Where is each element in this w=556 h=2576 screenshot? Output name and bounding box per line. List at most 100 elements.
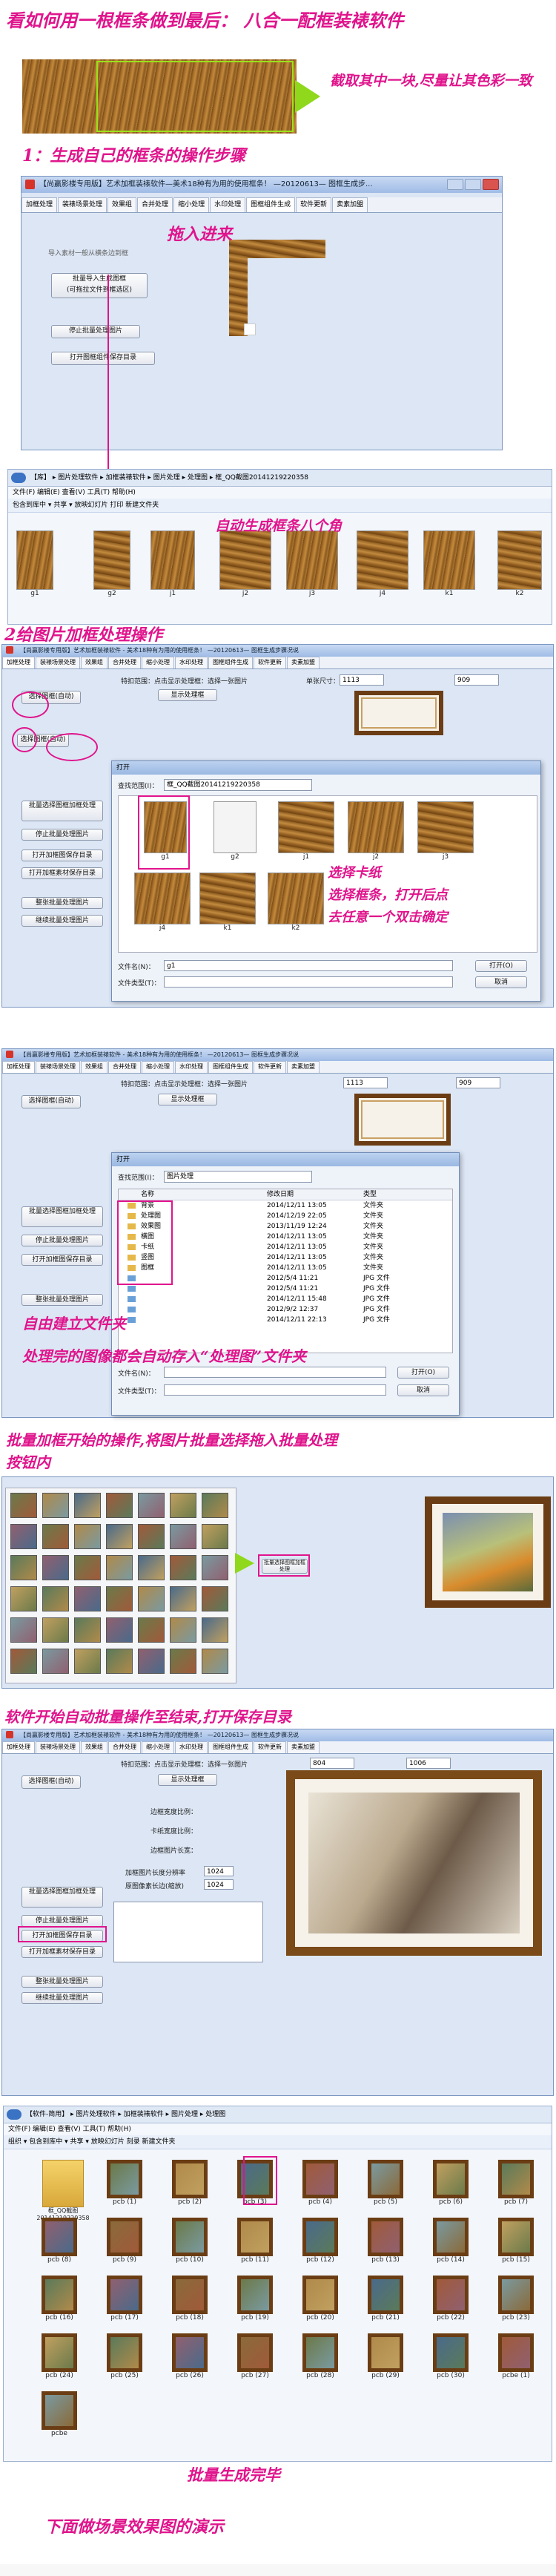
file-item[interactable]: pcb (26): [164, 2333, 216, 2379]
image-thumbnail[interactable]: [138, 1586, 165, 1611]
image-thumbnail[interactable]: [10, 1555, 37, 1580]
width-input[interactable]: 1113: [340, 674, 384, 686]
open-frame-dir-button[interactable]: 打开加框素材保存目录: [21, 1946, 103, 1958]
batch-process-button[interactable]: 整张批量处理图片: [21, 897, 103, 909]
tab-update[interactable]: 软件更新: [296, 197, 332, 212]
file-item[interactable]: pcbe: [33, 2391, 85, 2437]
file-item[interactable]: pcb (7): [490, 2160, 542, 2206]
file-item[interactable]: k1: [423, 530, 475, 597]
file-item[interactable]: j1: [278, 801, 334, 861]
tab-effects[interactable]: 效果组: [81, 1741, 107, 1753]
image-thumbnail[interactable]: [106, 1617, 133, 1643]
file-item[interactable]: pcb (6): [425, 2160, 477, 2206]
file-item[interactable]: pcb (19): [229, 2276, 281, 2322]
tab-shrink[interactable]: 缩小处理: [142, 1061, 174, 1073]
width-input[interactable]: 804: [310, 1758, 354, 1769]
image-thumbnail[interactable]: [170, 1493, 196, 1518]
tab-watermark[interactable]: 水印处理: [175, 657, 208, 668]
filetype-select[interactable]: [164, 976, 453, 988]
show-handle-button[interactable]: 显示处理框: [158, 1774, 217, 1786]
file-item[interactable]: pcb (9): [99, 2218, 150, 2264]
quality-input[interactable]: 1024: [204, 1866, 234, 1876]
tab-join[interactable]: 卖素加盟: [287, 1061, 320, 1073]
file-item[interactable]: j3: [417, 801, 474, 861]
image-thumbnail[interactable]: [10, 1649, 37, 1674]
image-thumbnail[interactable]: [170, 1649, 196, 1674]
image-thumbnail[interactable]: [106, 1524, 133, 1549]
file-item[interactable]: pcb (13): [360, 2218, 411, 2264]
image-thumbnail[interactable]: [138, 1524, 165, 1549]
open-button[interactable]: 打开(O): [397, 1367, 449, 1379]
tab-merge[interactable]: 合并处理: [108, 657, 141, 668]
tab-merge[interactable]: 合并处理: [108, 1061, 141, 1073]
tab-frame-gen[interactable]: 图框组件生成: [208, 1061, 253, 1073]
lookin-select[interactable]: 框_QQ截图20141219220358: [164, 779, 312, 791]
tab-scene[interactable]: 装裱场景处理: [36, 1061, 80, 1073]
menu-bar[interactable]: 文件(F) 编辑(E) 查看(V) 工具(T) 帮助(H): [8, 487, 552, 499]
stop-batch-button[interactable]: 停止批量处理图片: [21, 1915, 103, 1927]
image-thumbnail[interactable]: [202, 1649, 228, 1674]
file-item[interactable]: j3: [286, 530, 338, 597]
image-thumbnail[interactable]: [202, 1555, 228, 1580]
file-item[interactable]: pcb (25): [99, 2333, 150, 2379]
batch-frame-button[interactable]: 批量选择图框加框处理: [262, 1559, 308, 1574]
file-item[interactable]: pcb (5): [360, 2160, 411, 2206]
image-thumbnail[interactable]: [202, 1586, 228, 1611]
file-item[interactable]: pcb (1): [99, 2160, 150, 2206]
file-item[interactable]: pcb (14): [425, 2218, 477, 2264]
tab-shrink[interactable]: 缩小处理: [142, 657, 174, 668]
file-item[interactable]: pcb (22): [425, 2276, 477, 2322]
file-item[interactable]: j2: [219, 530, 271, 597]
file-item[interactable]: j2: [348, 801, 404, 861]
tab-update[interactable]: 软件更新: [254, 1061, 286, 1073]
minimize-button[interactable]: [447, 179, 463, 190]
scale-input[interactable]: 1024: [204, 1879, 234, 1890]
tab-join[interactable]: 卖素加盟: [287, 657, 320, 668]
height-input[interactable]: 909: [456, 1077, 500, 1088]
maximize-button[interactable]: [465, 179, 481, 190]
file-item[interactable]: k2: [497, 530, 542, 597]
image-thumbnail[interactable]: [138, 1493, 165, 1518]
tab-scene[interactable]: 装裱场景处理: [36, 657, 80, 668]
file-item[interactable]: g1: [13, 530, 57, 597]
image-thumbnail[interactable]: [202, 1524, 228, 1549]
width-input[interactable]: 1113: [343, 1077, 388, 1088]
filename-input[interactable]: g1: [164, 960, 453, 971]
image-thumbnail[interactable]: [106, 1649, 133, 1674]
batch-frame-button[interactable]: 批量选择图框加框处理: [21, 801, 103, 821]
file-item[interactable]: pcb (24): [33, 2333, 85, 2379]
image-thumbnail[interactable]: [138, 1617, 165, 1643]
image-thumbnail[interactable]: [138, 1649, 165, 1674]
tab-shrink[interactable]: 缩小处理: [173, 197, 210, 212]
tab-watermark[interactable]: 水印处理: [175, 1061, 208, 1073]
image-thumbnail[interactable]: [74, 1649, 101, 1674]
file-item[interactable]: j4: [357, 530, 408, 597]
toolbar[interactable]: 组织 ▾ 包含到库中 ▾ 共享 ▾ 放映幻灯片 刻录 新建文件夹: [4, 2135, 552, 2149]
image-thumbnail[interactable]: [138, 1555, 165, 1580]
tab-frame[interactable]: 加框处理: [2, 1061, 35, 1073]
tab-frame[interactable]: 加框处理: [21, 197, 58, 212]
tab-frame-gen[interactable]: 图框组件生成: [208, 1741, 253, 1753]
file-item[interactable]: pcb (11): [229, 2218, 281, 2264]
folder-item[interactable]: 框_QQ截图 20141219220358: [33, 2160, 93, 2222]
continue-batch-button[interactable]: 继续批量处理图片: [21, 915, 103, 927]
image-thumbnail[interactable]: [10, 1617, 37, 1643]
image-thumbnail[interactable]: [42, 1493, 69, 1518]
file-item[interactable]: pcb (20): [294, 2276, 346, 2322]
address-bar[interactable]: 【软件-简用】 ▸ 图片处理软件 ▸ 加框装裱软件 ▸ 图片处理 ▸ 处理图: [4, 2106, 552, 2123]
file-item[interactable]: pcb (4): [294, 2160, 346, 2206]
image-thumbnail[interactable]: [170, 1524, 196, 1549]
height-input[interactable]: 1006: [406, 1758, 451, 1769]
image-thumbnail[interactable]: [74, 1524, 101, 1549]
file-item[interactable]: pcb (21): [360, 2276, 411, 2322]
table-row[interactable]: 2014/12/11 15:48 JPG 文件: [119, 1294, 452, 1304]
continue-batch-button[interactable]: 继续批量处理图片: [21, 1992, 103, 2004]
image-thumbnail[interactable]: [10, 1493, 37, 1518]
open-frame-dir-button[interactable]: 打开加框素材保存目录: [21, 867, 103, 879]
tab-frame[interactable]: 加框处理: [2, 657, 35, 668]
image-thumbnail[interactable]: [42, 1524, 69, 1549]
lookin-select[interactable]: 图片处理: [164, 1171, 312, 1183]
tab-effects[interactable]: 效果组: [81, 1061, 107, 1073]
filename-input[interactable]: [164, 1367, 386, 1378]
tab-watermark[interactable]: 水印处理: [175, 1741, 208, 1753]
